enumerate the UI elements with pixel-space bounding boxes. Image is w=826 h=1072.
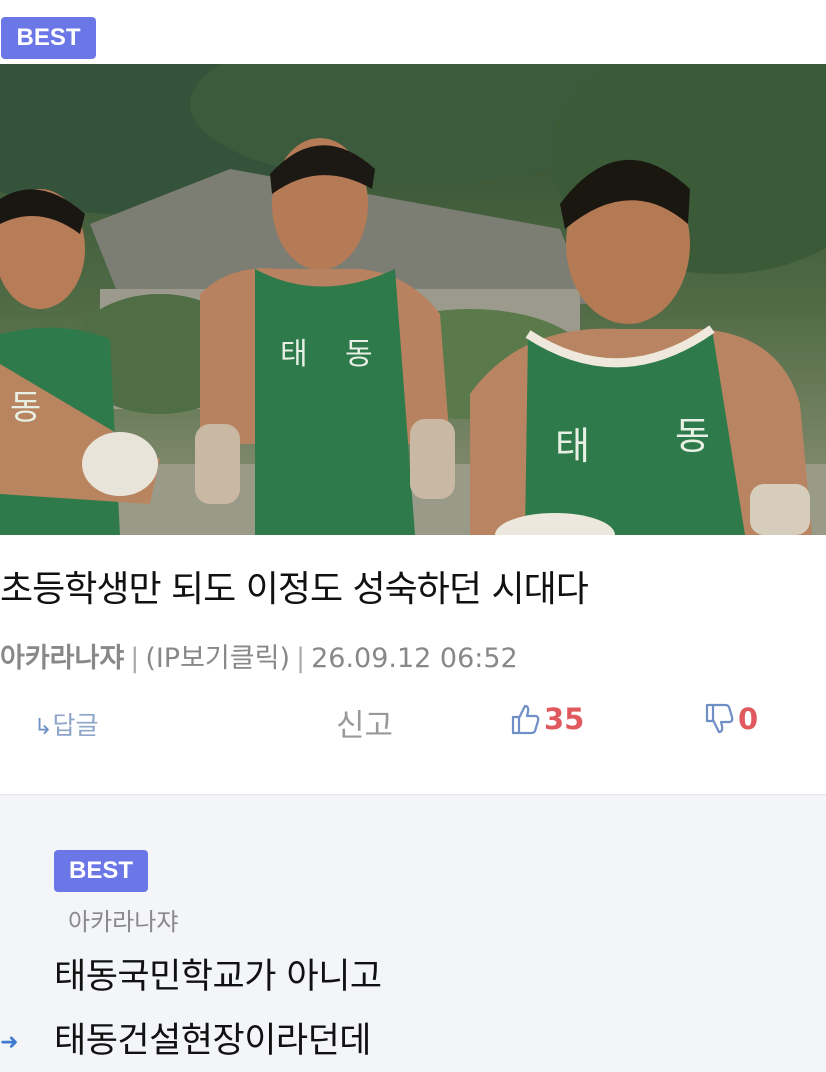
comment-text-line: 태동건설현장이라던데 [54,1021,372,1061]
like-count: 35 [544,702,585,736]
jersey-text-right-2: 동 [675,414,710,458]
jersey-text-middle-2: 동 [345,337,373,372]
post-meta: 아카라나쟈 | (IP보기클릭) | 26.09.12 06:52 [0,636,518,675]
reply-label: 답글 [52,711,99,740]
comment-best-badge: BEST [54,850,148,892]
reply-button[interactable]: ↳답글 [34,706,98,742]
comment-author[interactable]: 아카라나쟈 [68,902,178,937]
thumbs-down-icon [704,703,734,742]
like-button[interactable]: 35 [510,702,584,742]
comment-text-line: 태동국민학교가 아니고 [54,957,382,997]
post-author[interactable]: 아카라나쟈 [0,643,124,674]
jersey-text-right-1: 태 [555,424,590,468]
report-button[interactable]: 신고 [336,700,393,745]
post-title: 초등학생만 되도 이정도 성숙하던 시대다 [0,569,589,610]
meta-separator: | [295,643,306,674]
ip-view-link[interactable]: (IP보기클릭) [145,643,290,674]
dislike-button[interactable]: 0 [704,702,758,742]
reply-arrow-icon: ↳ [34,715,53,740]
arrow-right-icon: ➜ [0,1030,19,1055]
post-image[interactable]: 동 태 동 태 동 [0,64,826,535]
post-datetime: 26.09.12 06:52 [311,643,518,674]
meta-separator: | [130,643,140,674]
jersey-text-left: 동 [10,388,41,428]
jersey-text-middle-1: 태 [280,337,308,372]
thumbs-up-icon [510,703,540,742]
best-badge: BEST [1,17,96,59]
dislike-count: 0 [738,702,759,736]
